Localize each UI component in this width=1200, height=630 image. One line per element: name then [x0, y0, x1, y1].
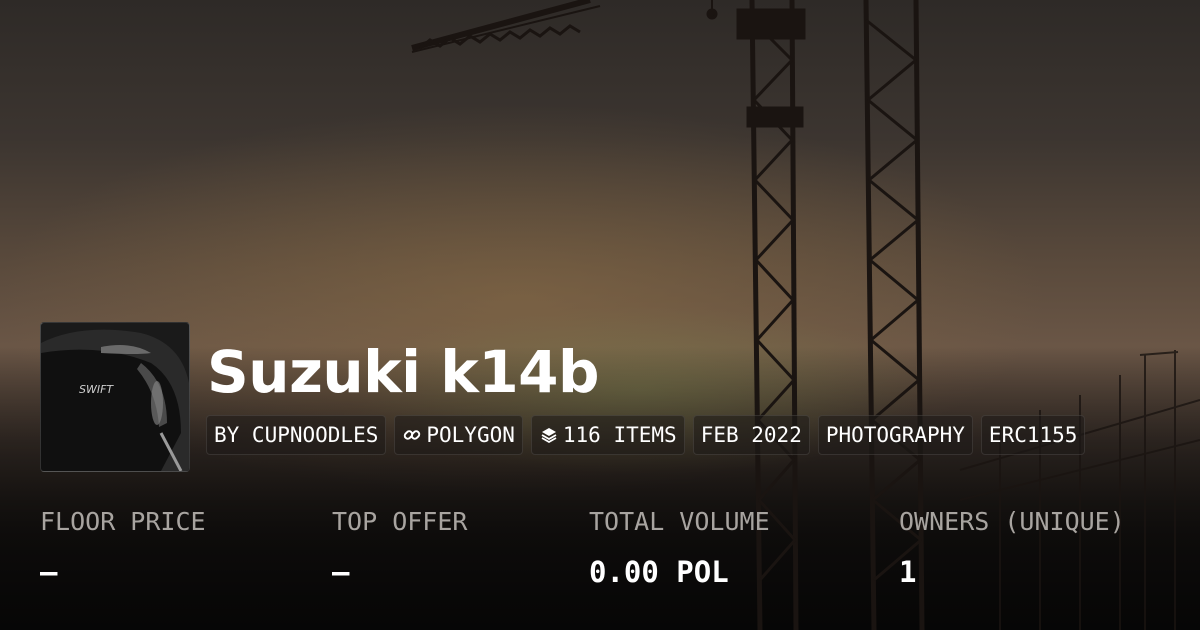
stat-top-offer-label: TOP OFFER — [332, 507, 468, 536]
stat-owners-value: 1 — [899, 555, 917, 589]
chip-category-label: PHOTOGRAPHY — [825, 423, 965, 447]
stat-total-volume-label: TOTAL VOLUME — [589, 507, 770, 536]
car-photo-thumbnail-icon: SWIFT — [41, 323, 189, 471]
stat-floor-price-label: FLOOR PRICE — [40, 507, 206, 536]
chip-created-date: FEB 2022 — [692, 415, 810, 455]
collection-title: Suzuki k14b — [207, 338, 600, 406]
stat-total-volume-value: 0.00 POL — [589, 555, 729, 589]
chip-token-standard-label: ERC1155 — [988, 423, 1078, 447]
stat-top-offer: TOP OFFER — — [332, 500, 467, 600]
chip-created-date-label: FEB 2022 — [700, 423, 802, 447]
stat-top-offer-value: — — [332, 555, 350, 589]
chip-creator-label: BY CUPNOODLES — [214, 423, 379, 447]
chip-items-label: 116 ITEMS — [562, 423, 677, 447]
chip-creator[interactable]: BY CUPNOODLES — [206, 415, 387, 455]
chip-token-standard: ERC1155 — [980, 415, 1086, 455]
svg-text:SWIFT: SWIFT — [79, 383, 114, 396]
collection-meta-chips: BY CUPNOODLES POLYGON 116 ITEMS FEB 2022… — [206, 415, 1086, 455]
stat-owners-label: OWNERS (UNIQUE) — [899, 507, 1125, 536]
chip-chain-label: POLYGON — [426, 423, 515, 447]
stat-owners: OWNERS (UNIQUE) 1 — [899, 500, 1125, 600]
stat-floor-price: FLOOR PRICE — — [40, 500, 206, 600]
collection-avatar: SWIFT — [40, 322, 190, 472]
stat-floor-price-value: — — [40, 555, 58, 589]
chip-items[interactable]: 116 ITEMS — [530, 415, 685, 455]
chip-category[interactable]: PHOTOGRAPHY — [817, 415, 973, 455]
layers-icon — [539, 425, 559, 445]
stat-total-volume: TOTAL VOLUME 0.00 POL — [589, 500, 770, 600]
link-chain-icon — [402, 425, 422, 445]
chip-chain[interactable]: POLYGON — [394, 415, 523, 455]
